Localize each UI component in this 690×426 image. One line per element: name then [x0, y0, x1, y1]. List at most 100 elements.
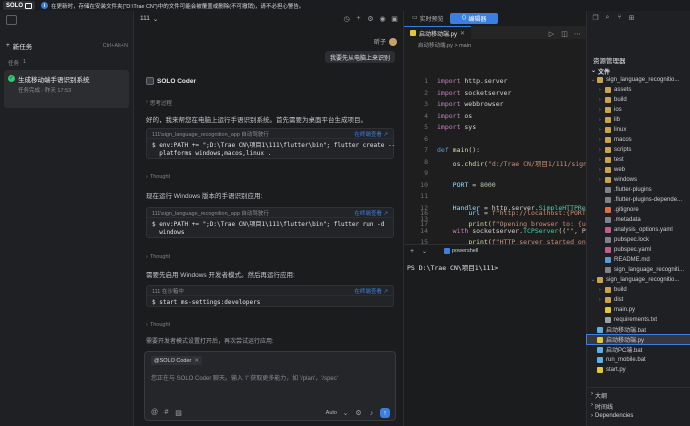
file-tree: ⌄ sign_language_recognitio... › assets › buil…: [586, 75, 690, 395]
file-item[interactable]: pubspec.yaml: [587, 245, 690, 254]
history-icon[interactable]: ◷: [342, 14, 351, 23]
tab-live-preview[interactable]: ▭ 实时预览: [412, 14, 444, 23]
thinking-toggle[interactable]: › 思考过程: [146, 99, 172, 107]
tree-item-label: main.py: [614, 306, 636, 313]
terminal-dropdown-icon[interactable]: ⌄: [422, 248, 427, 255]
chat-input[interactable]: 您正在与 SOLO Coder 聊天。输入 '/' 获取更多能力，如 '/pla…: [151, 373, 338, 382]
folder-item[interactable]: › ios: [587, 105, 690, 114]
chevron-icon: ›: [599, 96, 601, 103]
terminal-tab[interactable]: powershell: [444, 248, 478, 254]
file-item[interactable]: run_mobile.bat: [587, 355, 690, 364]
new-task-label: 新任务: [12, 43, 33, 51]
outline-section[interactable]: › 大纲: [591, 391, 607, 400]
terminal-panel[interactable]: + ⌄ powershell PS D:\Trae CN\项目1\111>: [404, 244, 586, 426]
extensions-icon[interactable]: ⊞: [627, 13, 636, 22]
file-item[interactable]: .flutter-plugins-depende...: [587, 195, 690, 204]
task-item[interactable]: ✓ 生成移动端手语识别系统 任务完成 · 昨天 17:53: [4, 70, 129, 108]
close-icon[interactable]: ✕: [460, 30, 465, 37]
file-tab[interactable]: 启动移动端.py ✕: [404, 26, 472, 39]
search-icon[interactable]: ⌕: [603, 13, 612, 22]
thought-toggle[interactable]: › Thought: [146, 254, 170, 260]
sidebar-toggle-icon[interactable]: [6, 15, 17, 25]
folder-item[interactable]: › assets: [587, 85, 690, 94]
folder-item[interactable]: › build: [587, 95, 690, 104]
thought-toggle[interactable]: › Thought: [146, 174, 170, 180]
folder-item[interactable]: › dist: [587, 295, 690, 304]
timeline-section[interactable]: › 时间线: [591, 402, 613, 411]
file-item[interactable]: pubspec.lock: [587, 235, 690, 244]
split-icon[interactable]: ◫: [560, 29, 569, 38]
folder-item[interactable]: › lib: [587, 115, 690, 124]
chat-input-box[interactable]: @SOLO Coder ✕ 您正在与 SOLO Coder 聊天。输入 '/' 获…: [144, 351, 396, 421]
agent-paragraph: 需要开发者模式设置打开后，再次尝试运行应用:: [146, 339, 274, 345]
folder-icon: [605, 116, 611, 123]
app-logo[interactable]: SOLO: [3, 1, 36, 10]
folder-item[interactable]: › build: [587, 285, 690, 294]
mention-icon[interactable]: @: [150, 408, 159, 417]
image-icon[interactable]: ▧: [174, 408, 183, 417]
folder-item[interactable]: › scripts: [587, 145, 690, 154]
folder-item[interactable]: › web: [587, 165, 690, 174]
tree-item-label: .metadata: [614, 216, 641, 223]
file-item[interactable]: main.py: [587, 305, 690, 314]
settings-icon[interactable]: ⚙: [366, 14, 375, 23]
tasks-header: 任务 1: [8, 59, 26, 67]
view-in-terminal-link[interactable]: 在终端查看 ↗: [354, 287, 388, 295]
files-icon[interactable]: ❐: [591, 13, 600, 22]
folder-item[interactable]: › macos: [587, 135, 690, 144]
account-icon[interactable]: ◉: [378, 14, 387, 23]
dependencies-section[interactable]: › Dependencies: [591, 413, 633, 419]
new-task-button[interactable]: + 新任务 Ctrl+Alt+N: [6, 40, 128, 51]
file-item[interactable]: start.py: [587, 365, 690, 374]
file-item[interactable]: analysis_options.yaml: [587, 225, 690, 234]
mention-chip[interactable]: @SOLO Coder ✕: [151, 356, 202, 365]
add-terminal-icon[interactable]: +: [410, 248, 414, 255]
tree-item-label: sign_language_recogniti...: [614, 266, 685, 273]
file-item[interactable]: .metadata: [587, 215, 690, 224]
file-item[interactable]: requirements.txt: [587, 315, 690, 324]
folder-item[interactable]: ⌄ sign_language_recognitio...: [587, 275, 690, 284]
file-item[interactable]: .flutter-plugins: [587, 185, 690, 194]
thought-toggle[interactable]: › Thought: [146, 322, 170, 328]
tree-item-label: 启动移动端.py: [606, 338, 645, 344]
chat-tab-label: 111: [140, 15, 150, 22]
add-icon[interactable]: +: [354, 14, 363, 23]
file-tab-label: 启动移动端.py: [419, 31, 458, 38]
layout-icon[interactable]: ▣: [390, 14, 399, 23]
chevron-right-icon: ›: [146, 99, 148, 105]
notice-text: 在更新时，存储在安装文件夹("D:\Trae CN")中的文件可能会被覆盖或删除…: [51, 3, 305, 10]
file-item[interactable]: sign_language_recogniti...: [587, 265, 690, 274]
file-item[interactable]: 启动PC端.bat: [587, 345, 690, 354]
task-title: 生成移动端手语识别系统: [18, 77, 90, 84]
view-in-terminal-link[interactable]: 在终端查看 ↗: [354, 209, 388, 217]
file-item[interactable]: README.md: [587, 255, 690, 264]
folder-item[interactable]: › windows: [587, 175, 690, 184]
folder-item[interactable]: › linux: [587, 125, 690, 134]
file-item[interactable]: 启动移动端.py: [586, 334, 690, 345]
view-tabs: ▭ 实时预览 ⟨⟩ 编辑器: [404, 11, 586, 26]
run-icon[interactable]: ▷: [547, 29, 556, 38]
folder-item[interactable]: › test: [587, 155, 690, 164]
remove-icon[interactable]: ✕: [194, 358, 199, 364]
hash-icon[interactable]: #: [162, 408, 171, 417]
model-mode-select[interactable]: Auto: [326, 410, 337, 416]
chat-tab[interactable]: 111 ⌄: [140, 15, 158, 23]
tree-item-label: pubspec.lock: [614, 236, 650, 243]
file-item[interactable]: .gitignore: [587, 205, 690, 214]
settings-icon[interactable]: ⚙: [354, 409, 363, 418]
folder-icon: [597, 276, 603, 283]
send-button[interactable]: ↑: [380, 408, 390, 418]
source-control-icon[interactable]: ⑂: [615, 13, 624, 22]
task-sidebar: + 新任务 Ctrl+Alt+N 任务 1 ✓ 生成移动端手语识别系统 任务完成 ·…: [0, 11, 134, 426]
tab-editor[interactable]: ⟨⟩ 编辑器: [449, 13, 499, 24]
more-icon[interactable]: ⋯: [573, 29, 582, 38]
command-header: 111\sign_language_recognition_app 自动驾驶行 在…: [147, 129, 393, 139]
python-file-icon: [410, 30, 416, 36]
view-in-terminal-link[interactable]: 在终端查看 ↗: [354, 130, 388, 138]
mic-icon[interactable]: ♪: [367, 409, 376, 418]
folder-item[interactable]: ⌄ sign_language_recognitio...: [587, 75, 690, 84]
file-item[interactable]: 启动移动端.bat: [587, 325, 690, 334]
timeline-label: 时间线: [595, 405, 614, 411]
user-name: 昕子: [373, 40, 386, 46]
thinking-label: 思考过程: [149, 101, 172, 107]
